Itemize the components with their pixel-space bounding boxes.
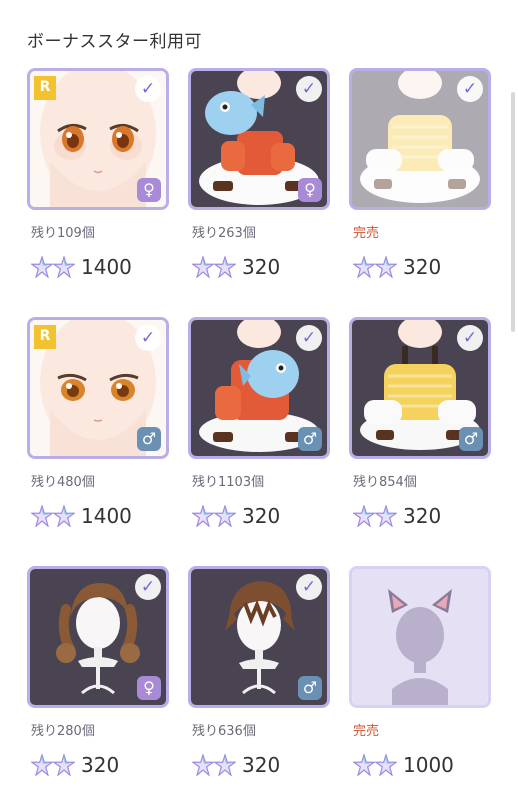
check-icon: ✓ [296,574,322,600]
bonus-star-icon [31,256,53,278]
check-icon: ✓ [296,325,322,351]
price-value: 320 [242,504,281,528]
item-thumbnail[interactable]: ✓ ♂ [188,317,330,459]
female-icon: ♀ [298,178,322,202]
item-row: ✓ ♀ 残り280個 320 ✓ ♂ 残り636個 320 完売 1000 [27,566,497,796]
shop-item-card[interactable]: ✓ ♀ 残り263個 320 [188,68,330,298]
male-icon: ♂ [298,676,322,700]
rarity-badge: R [34,325,56,349]
price-value: 320 [403,255,442,279]
stock-label: 残り280個 [31,724,95,739]
item-thumbnail[interactable]: ✓ ♀ [27,566,169,708]
sold-out-label: 完売 [353,226,380,241]
price: 320 [192,254,280,280]
stock-label: 残り480個 [31,475,95,490]
bonus-star-icon [31,505,53,527]
shop-item-card[interactable]: ✓ ♂ 残り636個 320 [188,566,330,796]
price: 320 [192,503,280,529]
price-value: 320 [242,753,281,777]
stock-label: 残り109個 [31,226,95,241]
stock-label: 残り636個 [192,724,256,739]
check-icon: ✓ [457,76,483,102]
item-thumbnail[interactable] [349,566,491,708]
bonus-star-icon [53,505,75,527]
shop-item-card[interactable]: ✓ 完売 320 [349,68,491,298]
bonus-star-icon [214,505,236,527]
bonus-star-icon [214,256,236,278]
price: 1400 [31,503,132,529]
shop-item-card[interactable]: ✓ ♂ 残り854個 320 [349,317,491,547]
bonus-star-icon [375,505,397,527]
item-thumbnail[interactable]: ✓ [349,68,491,210]
item-thumbnail[interactable]: R ✓ ♂ [27,317,169,459]
item-thumbnail[interactable]: ✓ ♂ [188,566,330,708]
item-thumbnail[interactable]: R ✓ ♀ [27,68,169,210]
scrollbar[interactable] [511,92,515,332]
female-icon: ♀ [137,676,161,700]
bonus-star-icon [192,256,214,278]
check-icon: ✓ [135,76,161,102]
male-icon: ♂ [137,427,161,451]
stock-label: 残り1103個 [192,475,265,490]
shop-item-card[interactable]: 完売 1000 [349,566,491,796]
price-value: 320 [242,255,281,279]
bonus-star-panel: ボーナススター利用可 R ✓ ♀ 残り109個 1400 ✓ ♀ 残り263個 … [0,0,518,800]
sold-out-label: 完売 [353,724,380,739]
price: 1000 [353,752,454,778]
shop-item-card[interactable]: R ✓ ♂ 残り480個 1400 [27,317,169,547]
bonus-star-icon [53,256,75,278]
bonus-star-icon [375,256,397,278]
price: 320 [353,254,441,280]
bonus-star-icon [192,505,214,527]
bonus-star-icon [353,256,375,278]
price-value: 1400 [81,504,132,528]
bonus-star-icon [353,754,375,776]
bonus-star-icon [375,754,397,776]
male-icon: ♂ [459,427,483,451]
bonus-star-icon [353,505,375,527]
bonus-star-icon [31,754,53,776]
item-thumbnail[interactable]: ✓ ♀ [188,68,330,210]
stock-label: 残り854個 [353,475,417,490]
check-icon: ✓ [457,325,483,351]
shop-item-card[interactable]: R ✓ ♀ 残り109個 1400 [27,68,169,298]
price-value: 1400 [81,255,132,279]
shop-item-card[interactable]: ✓ ♀ 残り280個 320 [27,566,169,796]
price-value: 1000 [403,753,454,777]
item-row: R ✓ ♂ 残り480個 1400 ✓ ♂ 残り1103個 320 ✓ ♂ 残り… [27,317,497,547]
price: 320 [192,752,280,778]
check-icon: ✓ [135,325,161,351]
rarity-badge: R [34,76,56,100]
check-icon: ✓ [135,574,161,600]
price: 320 [31,752,119,778]
price: 320 [353,503,441,529]
check-icon: ✓ [296,76,322,102]
price: 1400 [31,254,132,280]
stock-label: 残り263個 [192,226,256,241]
item-row: R ✓ ♀ 残り109個 1400 ✓ ♀ 残り263個 320 ✓ 完売 32… [27,68,497,298]
cat-ears-silhouette-image [352,569,488,705]
panel-title: ボーナススター利用可 [27,32,202,52]
item-thumbnail[interactable]: ✓ ♂ [349,317,491,459]
male-icon: ♂ [298,427,322,451]
price-value: 320 [403,504,442,528]
bonus-star-icon [192,754,214,776]
shop-item-card[interactable]: ✓ ♂ 残り1103個 320 [188,317,330,547]
bonus-star-icon [214,754,236,776]
bonus-star-icon [53,754,75,776]
price-value: 320 [81,753,120,777]
female-icon: ♀ [137,178,161,202]
